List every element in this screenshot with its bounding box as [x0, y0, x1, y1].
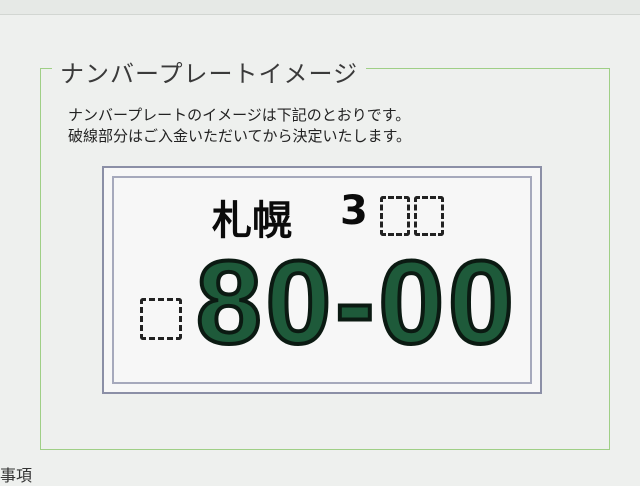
- top-bar: [0, 0, 640, 15]
- hiragana-placeholder: [140, 298, 182, 340]
- plate-class-number: 3: [340, 188, 368, 234]
- section-legend: ナンバープレートイメージ: [52, 54, 367, 89]
- footer-partial-text: 事項: [0, 466, 33, 485]
- class-digit-placeholder-2: [414, 196, 444, 236]
- class-digit-placeholder-1: [380, 196, 410, 236]
- plate-number: 80-00: [194, 236, 518, 370]
- description-line-1: ナンバープレートのイメージは下記のとおりです。: [68, 106, 411, 124]
- description-line-2: 破線部分はご入金いただいてから決定いたします。: [68, 127, 412, 145]
